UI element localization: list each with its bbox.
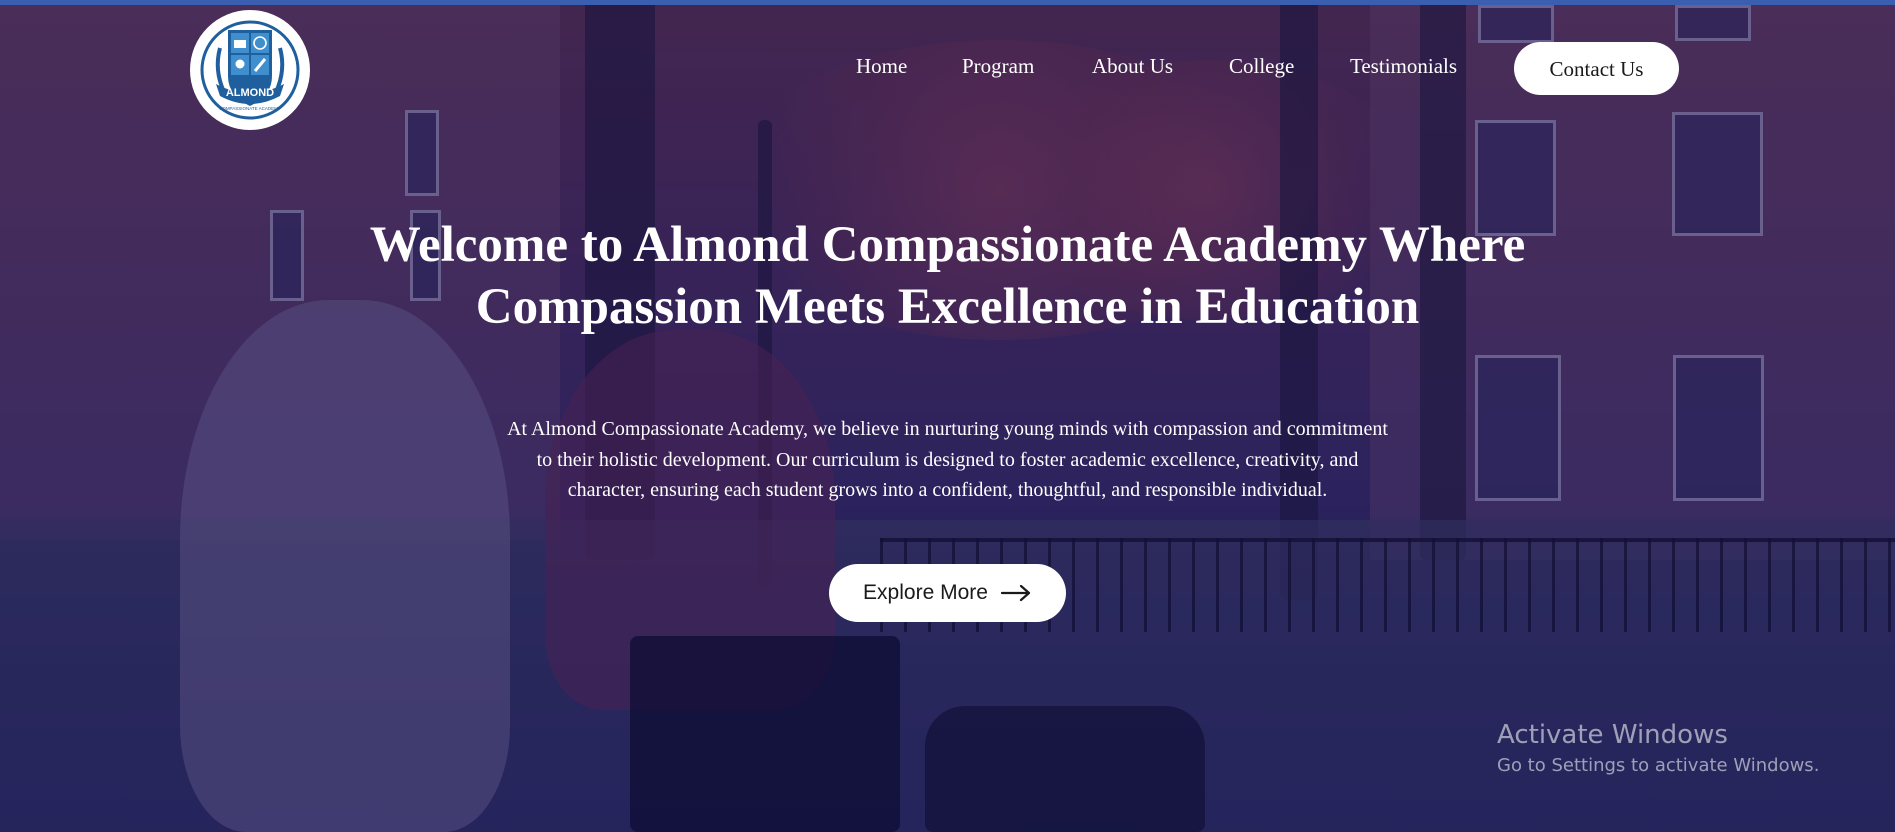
- nav-college-link[interactable]: College: [1229, 54, 1294, 79]
- contact-us-button[interactable]: Contact Us: [1514, 42, 1679, 95]
- arrow-right-icon: [1000, 584, 1031, 602]
- nav-about-link[interactable]: About Us: [1092, 54, 1173, 79]
- windows-activation-watermark: Activate Windows Go to Settings to activ…: [1497, 718, 1895, 780]
- site-header: ALMOND COMPASSIONATE ACADEMY Home Progra…: [0, 0, 1895, 130]
- logo-subtext: COMPASSIONATE ACADEMY: [219, 106, 281, 111]
- nav-home-link[interactable]: Home: [856, 54, 907, 79]
- main-nav: Home Program About Us College Testimonia…: [0, 42, 1895, 95]
- nav-program-link[interactable]: Program: [962, 54, 1034, 79]
- hero-page: ALMOND COMPASSIONATE ACADEMY Home Progra…: [0, 0, 1895, 832]
- explore-more-button[interactable]: Explore More: [829, 564, 1066, 622]
- hero-title: Welcome to Almond Compassionate Academy …: [369, 217, 1526, 335]
- nav-testimonials-link[interactable]: Testimonials: [1350, 54, 1457, 79]
- hero-description: At Almond Compassionate Academy, we beli…: [507, 418, 1388, 501]
- explore-more-label: Explore More: [863, 581, 988, 604]
- watermark-subtitle: Go to Settings to activate Windows.: [1497, 755, 1820, 776]
- watermark-title: Activate Windows: [1497, 720, 1728, 750]
